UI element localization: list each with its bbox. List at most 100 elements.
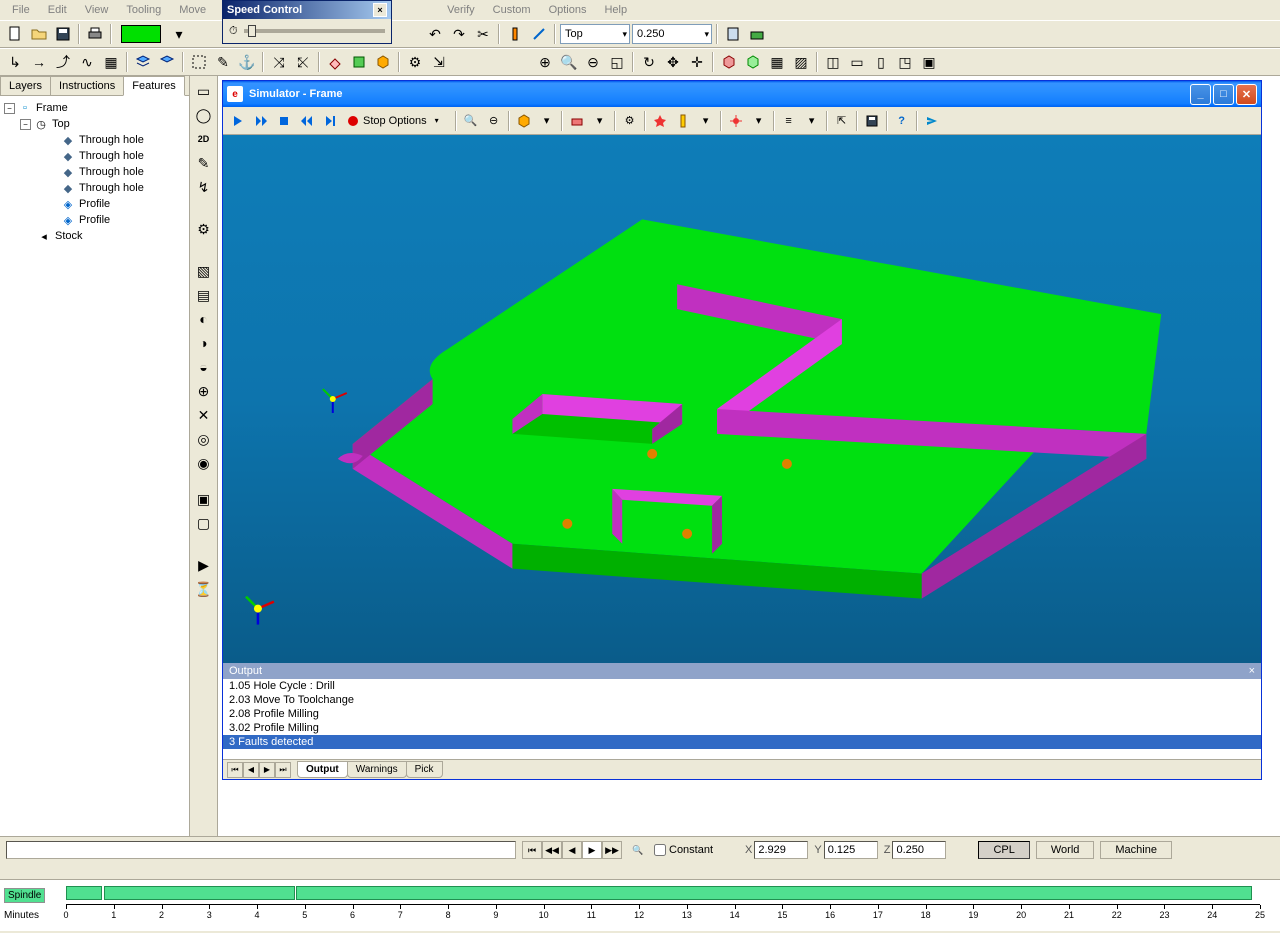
playback-slider[interactable] <box>6 841 516 859</box>
spindle-bar-row[interactable] <box>66 886 1260 900</box>
viewport-icon-4[interactable]: ◳ <box>894 51 916 73</box>
cube-sim-icon[interactable] <box>513 110 535 132</box>
viewport-icon-5[interactable]: ▣ <box>918 51 940 73</box>
menu-view[interactable]: View <box>77 2 117 18</box>
minimize-button[interactable]: _ <box>1190 84 1211 105</box>
stop-icon[interactable] <box>273 110 295 132</box>
curve-tool-icon[interactable]: ⤴ <box>52 51 74 73</box>
output-tab-output[interactable]: Output <box>297 761 348 778</box>
tree-top[interactable]: − ◷ Top <box>4 116 185 132</box>
cube-icon[interactable] <box>372 51 394 73</box>
vt-tool-6[interactable]: ▧ <box>193 260 215 282</box>
undo-icon[interactable]: ↶ <box>424 23 446 45</box>
step-combo[interactable]: 0.250 <box>632 24 712 44</box>
redo-icon[interactable]: ↷ <box>448 23 470 45</box>
tree-profile[interactable]: ◈Profile <box>4 196 185 212</box>
anchor-icon[interactable]: ⚓ <box>236 51 258 73</box>
rewind-icon[interactable] <box>296 110 318 132</box>
output-row[interactable]: 2.03 Move To Toolchange <box>223 693 1261 707</box>
speed-control-close[interactable]: × <box>373 3 387 17</box>
arrow-tool-icon[interactable]: → <box>28 51 50 73</box>
vt-tool-11[interactable]: ⊕ <box>193 380 215 402</box>
constant-checkbox[interactable]: Constant <box>654 844 713 856</box>
export-icon[interactable]: ⇲ <box>428 51 450 73</box>
tab-layers[interactable]: Layers <box>0 76 51 95</box>
pan-icon[interactable]: ✥ <box>662 51 684 73</box>
menu-help[interactable]: Help <box>596 2 635 18</box>
menu-move[interactable]: Move <box>171 2 214 18</box>
tree-through-hole[interactable]: ◆Through hole <box>4 164 185 180</box>
menu-tooling[interactable]: Tooling <box>118 2 169 18</box>
output-row[interactable]: 1.05 Hole Cycle : Drill <box>223 679 1261 693</box>
vt-tool-15[interactable]: ▣ <box>193 488 215 510</box>
play-prev-button[interactable]: ◀◀ <box>542 841 562 859</box>
step-icon[interactable] <box>319 110 341 132</box>
cpl-button[interactable]: CPL <box>978 841 1029 859</box>
align-icon-1[interactable]: ≡ <box>778 110 800 132</box>
play-back-button[interactable]: ◀ <box>562 841 582 859</box>
tree-through-hole[interactable]: ◆Through hole <box>4 132 185 148</box>
align-dd-icon[interactable]: ▾ <box>801 110 823 132</box>
cube-dd-icon[interactable]: ▾ <box>536 110 558 132</box>
output-row[interactable]: 3.02 Profile Milling <box>223 721 1261 735</box>
feature-tree[interactable]: − ▫ Frame − ◷ Top ◆Through hole ◆Through… <box>0 96 189 836</box>
help-sim-icon[interactable]: ? <box>891 110 913 132</box>
output-close-icon[interactable]: × <box>1249 665 1255 677</box>
tool-dd-icon[interactable]: ▾ <box>695 110 717 132</box>
transform-icon-1[interactable]: ⤨ <box>268 51 290 73</box>
pencil-icon[interactable]: ✎ <box>212 51 234 73</box>
zoom-play-icon[interactable]: 🔍 <box>628 841 648 859</box>
output-row-selected[interactable]: 3 Faults detected <box>223 735 1261 749</box>
line-tool-icon[interactable]: ↳ <box>4 51 26 73</box>
surface-dd-icon[interactable]: ▾ <box>589 110 611 132</box>
vt-tool-14[interactable]: ◉ <box>193 452 215 474</box>
select-box-icon[interactable] <box>188 51 210 73</box>
burst-dd-icon[interactable]: ▾ <box>748 110 770 132</box>
vt-tool-4[interactable]: ↯ <box>193 176 215 198</box>
shaded-icon[interactable]: ▨ <box>790 51 812 73</box>
tree-through-hole[interactable]: ◆Through hole <box>4 180 185 196</box>
speed-control-titlebar[interactable]: Speed Control × <box>223 1 391 19</box>
vt-tool-3[interactable]: ✎ <box>193 152 215 174</box>
save-sim-icon[interactable] <box>861 110 883 132</box>
zoom-out-icon[interactable]: ⊖ <box>582 51 604 73</box>
center-icon[interactable]: ✛ <box>686 51 708 73</box>
world-button[interactable]: World <box>1036 841 1095 859</box>
open-file-icon[interactable] <box>28 23 50 45</box>
tree-through-hole[interactable]: ◆Through hole <box>4 148 185 164</box>
wireframe-icon[interactable]: ▦ <box>766 51 788 73</box>
book-icon[interactable] <box>348 51 370 73</box>
tree-root[interactable]: − ▫ Frame <box>4 100 185 116</box>
render-icon-1[interactable] <box>718 51 740 73</box>
vt-tool-16[interactable]: ▢ <box>193 512 215 534</box>
layers-icon-1[interactable] <box>132 51 154 73</box>
vt-tool-7[interactable]: ▤ <box>193 284 215 306</box>
tree-profile[interactable]: ◈Profile <box>4 212 185 228</box>
burst-icon[interactable] <box>725 110 747 132</box>
machine-icon[interactable] <box>746 23 768 45</box>
vt-tool-5[interactable]: ⚙ <box>193 218 215 240</box>
grid-tool-icon[interactable]: ▦ <box>100 51 122 73</box>
vt-tool-9[interactable]: ◑ <box>193 332 215 354</box>
vt-tool-13[interactable]: ◎ <box>193 428 215 450</box>
layers-icon-2[interactable] <box>156 51 178 73</box>
calculator-icon[interactable] <box>722 23 744 45</box>
speed-slider[interactable] <box>244 29 385 33</box>
close-button[interactable]: ✕ <box>1236 84 1257 105</box>
viewport-icon-1[interactable]: ◫ <box>822 51 844 73</box>
vt-tool-12[interactable]: ✕ <box>193 404 215 426</box>
vt-tool-2[interactable]: ◯ <box>193 104 215 126</box>
x-value[interactable]: 2.929 <box>754 841 808 859</box>
simulator-3d-viewport[interactable] <box>223 135 1261 663</box>
play-first-button[interactable]: ⏮ <box>522 841 542 859</box>
output-nav-next[interactable]: ▶ <box>259 762 275 778</box>
zoom-sim-icon[interactable]: 🔍 <box>460 110 482 132</box>
print-icon[interactable] <box>84 23 106 45</box>
eraser-icon[interactable] <box>324 51 346 73</box>
simulator-titlebar[interactable]: e Simulator - Frame _ □ ✕ <box>223 81 1261 107</box>
tool-icon-2[interactable] <box>528 23 550 45</box>
view-combo[interactable]: Top <box>560 24 630 44</box>
render-icon-2[interactable] <box>742 51 764 73</box>
menu-options[interactable]: Options <box>541 2 595 18</box>
output-list[interactable]: 1.05 Hole Cycle : Drill 2.03 Move To Too… <box>223 679 1261 759</box>
